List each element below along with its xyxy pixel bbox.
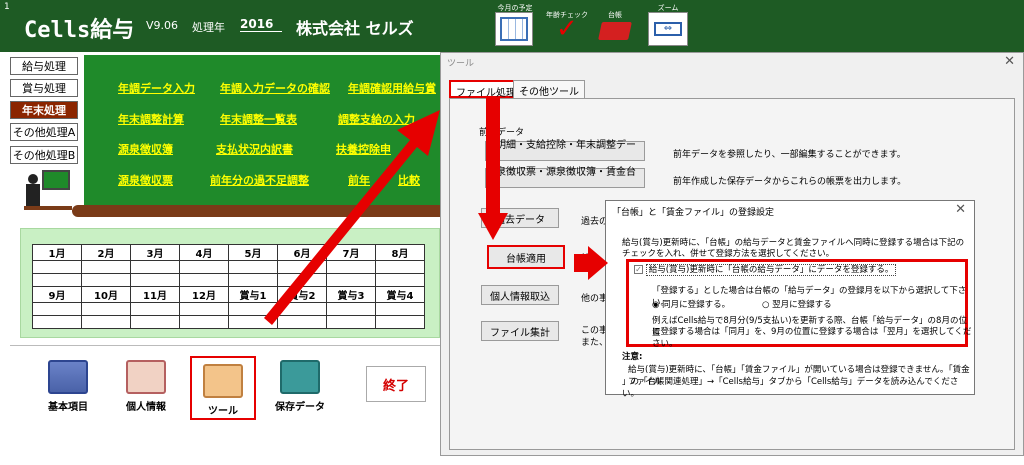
menu-dependent-deduction[interactable]: 扶養控除申 (336, 141, 391, 157)
month-cell[interactable]: 5月 (228, 244, 278, 261)
menu-adjust-payment[interactable]: 調整支給の入力 (338, 111, 415, 127)
checkbox-icon[interactable]: ✓ (634, 265, 643, 274)
ledger-apply-button[interactable]: 台帳適用 (487, 245, 565, 269)
month-table: 1月 2月 3月 4月 5月 6月 7月 8月 9月 10月 11月 12月 賞与1 賞与2 賞与3 賞与4 (32, 244, 425, 329)
personal-info-label: 個人情報 (126, 402, 166, 413)
nav-salary[interactable]: 給与処理 (10, 57, 78, 75)
personal-info-import-button[interactable]: 個人情報取込 (481, 285, 559, 305)
month-cell[interactable]: 11月 (130, 286, 180, 303)
month-cell[interactable]: 12月 (179, 286, 229, 303)
option-same-label: 同月に登録する。 (662, 300, 731, 310)
tools-label: ツール (208, 406, 238, 417)
ledger-apply-desc: 給与 (581, 254, 600, 264)
withholding-ledger-button[interactable]: 源泉徴収票・源泉徴収簿・賃金台帳 (485, 167, 645, 193)
register-settings-dialog: 「台帳」と「賃金ファイル」の登録設定 ✕ 給与(賞与)更新時に、「台帳」の給与デ… (605, 200, 975, 399)
menu-year-end-list[interactable]: 年末調整一覧表 (220, 111, 297, 127)
ledger-book-icon[interactable] (598, 22, 632, 40)
past-data-button[interactable]: 過去データ (481, 208, 559, 228)
close-icon[interactable]: ✕ (1004, 54, 1015, 69)
month-cell[interactable]: 賞与3 (326, 286, 376, 303)
register-dialog-title: 「台帳」と「賃金ファイル」の登録設定 (612, 208, 775, 218)
save-data-icon (280, 360, 320, 394)
basic-items-button[interactable]: 基本項目 (40, 360, 96, 418)
register-checkbox-label: 給与(賞与)更新時に「台帳の給与データ」にデータを登録する。 (645, 264, 897, 276)
menu-withholding-slip[interactable]: 源泉徴収票 (118, 172, 173, 188)
calendar-icon[interactable] (495, 12, 533, 46)
withholding-ledger-desc: 前年作成した保存データからこれらの帳票を出力します。 (673, 177, 907, 187)
option-next-label: 翌月に登録する (772, 300, 832, 310)
month-cell[interactable]: 10月 (81, 286, 131, 303)
person-icon (126, 360, 166, 394)
menu-year-end-calc[interactable]: 年末調整計算 (118, 111, 184, 127)
menu-confirm-salary[interactable]: 年調確認用給与賞 (348, 80, 436, 96)
month-cell[interactable]: 3月 (130, 244, 180, 261)
menu-payment-breakdown[interactable]: 支払状況内訳書 (216, 141, 293, 157)
version-label: V9.06 (146, 19, 179, 32)
prior-year-detail-button[interactable]: 人明細・支給控除・年末調整データ (485, 140, 645, 166)
menu-prior-year[interactable]: 前年 (348, 172, 370, 188)
year-value[interactable]: 2016 (240, 17, 282, 32)
past-data-desc: 過去の (581, 217, 609, 227)
checkmark-icon[interactable]: ✓ (556, 16, 578, 42)
month-cell[interactable]: 9月 (32, 286, 82, 303)
register-note-label: 注意: (622, 352, 643, 362)
menu-prior-year-adjust[interactable]: 前年分の過不足調整 (210, 172, 309, 188)
radio-selected-icon[interactable]: ◉ (652, 300, 659, 310)
month-cell[interactable]: 6月 (277, 244, 327, 261)
prior-year-detail-desc: 前年データを参照したり、一部編集することができます。 (673, 150, 906, 160)
tools-button[interactable]: ツール (190, 356, 256, 420)
month-cell[interactable]: 賞与4 (375, 286, 425, 303)
row-number: 1 (4, 2, 10, 12)
menu-withholding-book[interactable]: 源泉徴収簿 (118, 141, 173, 157)
month-cell[interactable]: 7月 (326, 244, 376, 261)
month-cell[interactable]: 8月 (375, 244, 425, 261)
personal-info-import-desc: 他の事 (581, 294, 609, 304)
decorative-bar (72, 205, 440, 217)
register-option-next-month[interactable]: ○ 翌月に登録する (762, 299, 832, 311)
menu-compare[interactable]: 比較 (398, 172, 420, 188)
register-example-2: に登録する場合は「同月」を、9月の位置に登録する場合は「翌月」を選択してください… (652, 327, 972, 349)
month-cell[interactable]: 4月 (179, 244, 229, 261)
tools-icon (203, 364, 243, 398)
menu-input-data-check[interactable]: 年調入力データの確認 (220, 80, 330, 96)
month-cell[interactable]: 賞与1 (228, 286, 278, 303)
close-icon[interactable]: ✕ (955, 202, 966, 217)
tab-file-processing[interactable]: ファイル処理 (449, 80, 523, 99)
file-totals-button[interactable]: ファイル集計 (481, 321, 559, 341)
register-note-2: 」の「台帳関連処理」→「Cells給与」タブから「Cells給与」データを読み込… (622, 377, 959, 399)
nav-bonus[interactable]: 賞与処理 (10, 79, 78, 97)
month-cell[interactable]: 賞与2 (277, 286, 327, 303)
app-title: Cells給与 (24, 18, 135, 43)
register-checkbox[interactable]: ✓ 給与(賞与)更新時に「台帳の給与データ」にデータを登録する。 (634, 264, 897, 276)
personal-info-button[interactable]: 個人情報 (118, 360, 174, 418)
save-data-label: 保存データ (275, 402, 325, 413)
nav-other-a[interactable]: その他処理A (10, 123, 78, 141)
nav-year-end[interactable]: 年末処理 (10, 101, 78, 119)
zoom-icon[interactable]: ⇔ (648, 12, 688, 46)
tool-dialog-title: ツール (447, 59, 475, 69)
basic-items-label: 基本項目 (48, 402, 88, 413)
month-cell[interactable]: 1月 (32, 244, 82, 261)
presenter-icon (22, 168, 74, 212)
register-option-same-month[interactable]: ◉ 同月に登録する。 (652, 299, 730, 311)
radio-empty-icon[interactable]: ○ (762, 300, 769, 310)
month-cell[interactable]: 2月 (81, 244, 131, 261)
year-label: 処理年 (192, 21, 225, 34)
building-icon (48, 360, 88, 394)
company-name: 株式会社 セルズ (296, 19, 414, 38)
exit-button[interactable]: 終了 (366, 366, 426, 402)
menu-year-end-data-input[interactable]: 年調データ入力 (118, 80, 195, 96)
nav-other-b[interactable]: その他処理B (10, 146, 78, 164)
save-data-button[interactable]: 保存データ (272, 360, 328, 418)
tab-other-tools[interactable]: その他ツール (513, 80, 585, 98)
ledger-caption: 台帳 (608, 11, 622, 19)
